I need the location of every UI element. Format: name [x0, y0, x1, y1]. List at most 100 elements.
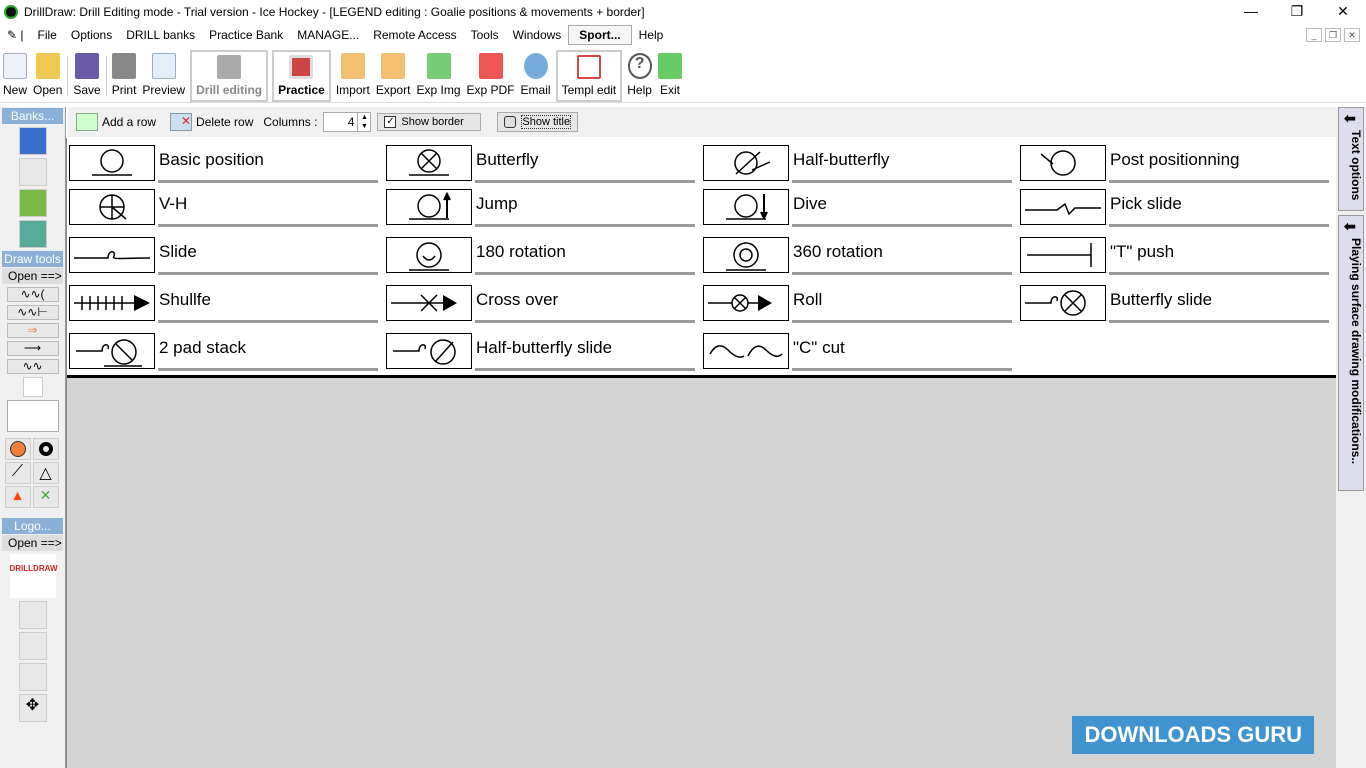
globe-sync-icon[interactable] [18, 189, 47, 217]
legend-item[interactable]: "T" push [1018, 231, 1335, 275]
legend-label[interactable]: Jump [475, 189, 695, 227]
legend-label[interactable]: Shullfe [158, 285, 378, 323]
move-arrows-icon[interactable]: ✥ [18, 694, 47, 722]
mdi-minimize-button[interactable]: _ [1306, 28, 1322, 42]
exp-img-button[interactable]: Exp Img [414, 53, 464, 102]
legend-item[interactable]: Butterfly slide [1018, 279, 1335, 323]
logo-open-button[interactable]: Open ==> [2, 535, 63, 551]
legend-label[interactable]: Half-butterfly [792, 145, 1012, 183]
minimize-button[interactable]: — [1228, 0, 1274, 22]
draw-tools-header[interactable]: Draw tools [2, 251, 63, 267]
text-options-tab[interactable]: Text options [1338, 107, 1364, 211]
drill-editing-button[interactable]: Drill editing [190, 50, 269, 102]
new-button[interactable]: New [0, 53, 30, 102]
menu-practice-bank[interactable]: Practice Bank [202, 28, 290, 42]
legend-item[interactable]: Post positionning [1018, 139, 1335, 183]
cone-icon[interactable]: ▲ [4, 486, 31, 508]
stick-icon[interactable]: ⟋ [4, 462, 31, 484]
help-button[interactable]: ? Help [624, 53, 655, 102]
legend-label[interactable]: 360 rotation [792, 237, 1012, 275]
legend-label[interactable]: V-H [158, 189, 378, 227]
legend-item[interactable]: Jump [384, 183, 701, 227]
show-title-checkbox[interactable]: Show title [497, 112, 579, 132]
legend-item[interactable]: 180 rotation [384, 231, 701, 275]
mdi-close-button[interactable]: ✕ [1344, 28, 1360, 42]
legend-item[interactable]: Slide [67, 231, 384, 275]
menu-remote-access[interactable]: Remote Access [366, 28, 463, 42]
legend-label[interactable]: Pick slide [1109, 189, 1329, 227]
legend-label[interactable]: "T" push [1109, 237, 1329, 275]
legend-item[interactable]: Half-butterfly [701, 139, 1018, 183]
move-down-icon[interactable] [18, 632, 47, 660]
open-button[interactable]: Open [30, 53, 65, 102]
playing-surface-tab[interactable]: Playing surface drawing modifications.. [1338, 215, 1364, 491]
line-style-icon[interactable] [22, 377, 43, 397]
exit-button[interactable]: Exit [655, 53, 685, 102]
columns-stepper[interactable]: 4 ▲ ▼ [323, 112, 372, 132]
delete-row-button[interactable]: ✕ Delete row [166, 111, 257, 133]
draw-tools-open-button[interactable]: Open ==> [2, 268, 63, 284]
legend-label[interactable]: Post positionning [1109, 145, 1329, 183]
menu-drill-banks[interactable]: DRILL banks [119, 28, 202, 42]
email-button[interactable]: Email [518, 53, 554, 102]
menu-help[interactable]: Help [632, 28, 671, 42]
legend-label[interactable]: Slide [158, 237, 378, 275]
legend-label[interactable]: 180 rotation [475, 237, 695, 275]
legend-item[interactable]: Basic position [67, 139, 384, 183]
legend-item[interactable]: 360 rotation [701, 231, 1018, 275]
legend-item[interactable]: Dive [701, 183, 1018, 227]
export-button[interactable]: Export [373, 53, 414, 102]
logo-header[interactable]: Logo... [2, 518, 63, 534]
wavy-stop-line-tool-icon[interactable]: ∿∿⊢ [6, 305, 59, 320]
network-icon[interactable] [18, 220, 47, 248]
menu-windows[interactable]: Windows [506, 28, 569, 42]
legend-item[interactable]: Shullfe [67, 279, 384, 323]
wave-line-tool-icon[interactable]: ∿∿ [6, 359, 59, 374]
legend-item[interactable]: Butterfly [384, 139, 701, 183]
print-button[interactable]: Print [109, 53, 140, 102]
move-up-icon[interactable] [18, 663, 47, 691]
arrow-tool-icon[interactable]: ⟶ [6, 341, 59, 356]
legend-label[interactable]: Butterfly [475, 145, 695, 183]
menu-tools[interactable]: Tools [464, 28, 506, 42]
restore-button[interactable]: ❐ [1274, 0, 1320, 22]
templ-edit-button[interactable]: Templ edit [555, 50, 623, 102]
curve-line-tool-icon[interactable]: ∿∿( [6, 287, 59, 302]
legend-label[interactable]: Roll [792, 285, 1012, 323]
legend-item[interactable]: 2 pad stack [67, 327, 384, 371]
exp-pdf-button[interactable]: Exp PDF [464, 53, 518, 102]
legend-item[interactable]: V-H [67, 183, 384, 227]
practice-button[interactable]: Practice [272, 50, 331, 102]
triangle-icon[interactable]: △ [32, 462, 59, 484]
legend-label[interactable]: Half-butterfly slide [475, 333, 695, 371]
legend-label[interactable]: "C" cut [792, 333, 1012, 371]
legend-label[interactable]: Cross over [475, 285, 695, 323]
legend-item[interactable]: Cross over [384, 279, 701, 323]
mdi-restore-button[interactable]: ❐ [1325, 28, 1341, 42]
close-button[interactable]: ✕ [1320, 0, 1366, 22]
binoculars-icon[interactable] [18, 158, 47, 186]
puck-orange-icon[interactable] [4, 438, 31, 460]
x-mark-icon[interactable]: ✕ [32, 486, 59, 508]
edit-icon[interactable]: ✎ | [0, 28, 31, 42]
import-button[interactable]: Import [333, 53, 373, 102]
legend-item[interactable]: Half-butterfly slide [384, 327, 701, 371]
legend-label[interactable]: Basic position [158, 145, 378, 183]
banks-header[interactable]: Banks... [2, 108, 63, 124]
color-swatch[interactable] [6, 400, 59, 432]
legend-label[interactable]: Butterfly slide [1109, 285, 1329, 323]
menu-manage[interactable]: MANAGE... [290, 28, 366, 42]
ring-icon[interactable] [32, 438, 59, 460]
menu-options[interactable]: Options [64, 28, 119, 42]
menu-file[interactable]: File [31, 28, 64, 42]
cabinet-icon[interactable] [18, 127, 47, 155]
menu-sport[interactable]: Sport... [568, 25, 632, 45]
legend-item[interactable]: Pick slide [1018, 183, 1335, 227]
show-border-checkbox[interactable]: ✓ Show border [377, 113, 482, 131]
legend-item[interactable]: "C" cut [701, 327, 1018, 371]
legend-item[interactable]: Roll [701, 279, 1018, 323]
pass-arrow-tool-icon[interactable]: ⇒ [6, 323, 59, 338]
logo-image-icon[interactable] [18, 601, 47, 629]
save-button[interactable]: Save [70, 53, 103, 102]
preview-button[interactable]: Preview [139, 53, 188, 102]
